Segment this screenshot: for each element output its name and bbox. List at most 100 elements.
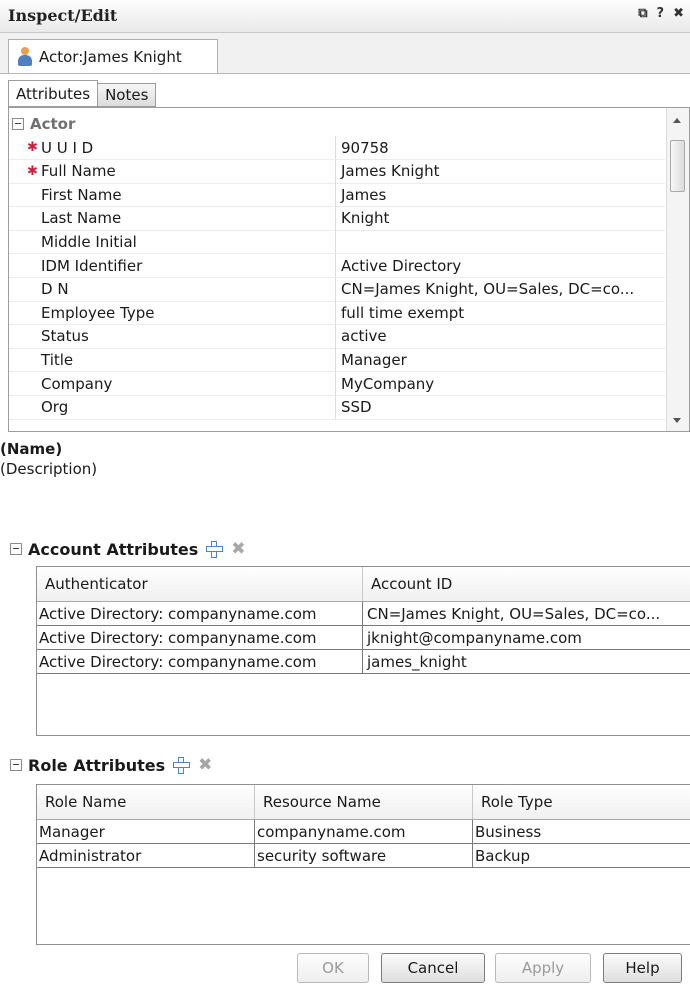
- property-value[interactable]: James Knight: [335, 159, 665, 183]
- property-value[interactable]: full time exempt: [335, 301, 665, 325]
- collapse-icon[interactable]: [12, 118, 24, 130]
- role-attributes-table: Role Name Resource Name Role Type Manage…: [36, 784, 690, 945]
- property-label: First Name: [41, 185, 122, 204]
- property-value[interactable]: SSD: [335, 395, 665, 419]
- property-value[interactable]: [335, 230, 665, 254]
- tab-attributes[interactable]: Attributes: [8, 80, 99, 107]
- column-header-role-name[interactable]: Role Name: [37, 785, 255, 819]
- window-title: Inspect/Edit: [8, 6, 118, 25]
- cell-authenticator[interactable]: Active Directory: companyname.com: [37, 650, 363, 674]
- scroll-up-icon[interactable]: [673, 118, 681, 123]
- delete-icon[interactable]: ✖: [198, 755, 212, 775]
- property-value[interactable]: Active Directory: [335, 254, 665, 277]
- property-row[interactable]: Company MyCompany: [9, 372, 665, 396]
- property-row[interactable]: D N CN=James Knight, OU=Sales, DC=co...: [9, 277, 665, 302]
- delete-icon[interactable]: ✖: [231, 539, 245, 559]
- add-icon[interactable]: [206, 540, 224, 558]
- ok-button[interactable]: OK: [297, 953, 369, 983]
- table-row[interactable]: Active Directory: companyname.com CN=Jam…: [37, 602, 690, 626]
- account-attributes-header: Account Attributes ✖: [0, 537, 246, 561]
- cell-role-name[interactable]: Manager: [37, 820, 255, 844]
- table-header: Role Name Resource Name Role Type: [37, 785, 690, 820]
- property-row[interactable]: Title Manager: [9, 348, 665, 373]
- cell-authenticator[interactable]: Active Directory: companyname.com: [37, 626, 363, 650]
- restore-icon[interactable]: ⧉: [638, 6, 647, 21]
- property-label: Status: [41, 327, 89, 346]
- property-row[interactable]: Middle Initial: [9, 230, 665, 255]
- cell-role-type[interactable]: Backup: [473, 844, 690, 868]
- property-label: Title: [41, 350, 74, 369]
- property-row[interactable]: First Name James: [9, 183, 665, 208]
- cell-authenticator[interactable]: Active Directory: companyname.com: [37, 602, 363, 626]
- property-grid: Actor ✱ U U I D 90758 ✱ Full Name James Knigh…: [8, 107, 690, 432]
- property-label: U U I D: [41, 138, 94, 157]
- cell-role-type[interactable]: Business: [473, 820, 690, 844]
- cell-resource-name[interactable]: companyname.com: [255, 820, 473, 844]
- property-name: D N: [9, 280, 335, 298]
- person-icon: [17, 46, 33, 67]
- property-value[interactable]: Knight: [335, 206, 665, 230]
- help-icon[interactable]: ?: [657, 6, 665, 21]
- table-row[interactable]: Manager companyname.com Business: [37, 820, 690, 844]
- property-row[interactable]: Last Name Knight: [9, 206, 665, 231]
- collapse-icon[interactable]: [10, 759, 22, 771]
- role-attributes-label: Role Attributes: [28, 755, 166, 775]
- scrollbar-thumb[interactable]: [670, 140, 685, 192]
- property-label: Employee Type: [41, 303, 155, 322]
- column-header-role-type[interactable]: Role Type: [473, 785, 690, 819]
- scroll-down-icon[interactable]: [673, 418, 681, 423]
- cell-account-id[interactable]: james_knight: [363, 650, 690, 674]
- table-row[interactable]: Active Directory: companyname.com james_…: [37, 650, 690, 674]
- property-row[interactable]: ✱ U U I D 90758: [9, 136, 665, 160]
- property-row[interactable]: Status active: [9, 324, 665, 349]
- title-bar: Inspect/Edit ⧉ ? ✖: [0, 0, 690, 33]
- property-value[interactable]: 90758: [335, 136, 665, 159]
- property-value[interactable]: Manager: [335, 348, 665, 372]
- property-name: Company: [9, 375, 335, 393]
- close-icon[interactable]: ✖: [673, 6, 684, 21]
- column-header-authenticator[interactable]: Authenticator: [37, 567, 363, 601]
- property-row[interactable]: Org SSD: [9, 395, 665, 420]
- property-label: Full Name: [41, 162, 116, 181]
- property-label: Company: [41, 374, 113, 393]
- property-name: Middle Initial: [9, 233, 335, 251]
- cell-role-name[interactable]: Administrator: [37, 844, 255, 868]
- property-name: Employee Type: [9, 304, 335, 322]
- cell-account-id[interactable]: CN=James Knight, OU=Sales, DC=co...: [363, 602, 690, 626]
- description-name: (Name): [0, 440, 63, 458]
- required-asterisk-icon: ✱: [27, 140, 38, 155]
- property-value[interactable]: CN=James Knight, OU=Sales, DC=co...: [335, 277, 665, 301]
- help-button[interactable]: Help: [603, 953, 682, 983]
- column-header-account-id[interactable]: Account ID: [363, 567, 690, 601]
- property-value[interactable]: MyCompany: [335, 372, 665, 395]
- cancel-button[interactable]: Cancel: [381, 953, 485, 983]
- property-name: ✱ U U I D: [9, 139, 335, 157]
- property-value[interactable]: James: [335, 183, 665, 207]
- property-row[interactable]: Employee Type full time exempt: [9, 301, 665, 326]
- property-name: ✱ Full Name: [9, 162, 335, 180]
- tab-actor-james-knight[interactable]: Actor:James Knight: [8, 39, 218, 73]
- property-name: Last Name: [9, 209, 335, 227]
- table-row[interactable]: Administrator security software Backup: [37, 844, 690, 868]
- apply-button[interactable]: Apply: [495, 953, 591, 983]
- property-row[interactable]: ✱ Full Name James Knight: [9, 159, 665, 184]
- document-tab-bar: Actor:James Knight: [0, 33, 690, 74]
- add-icon[interactable]: [173, 756, 191, 774]
- actor-group-header[interactable]: Actor: [9, 113, 665, 135]
- table-header: Authenticator Account ID: [37, 567, 690, 602]
- vertical-scrollbar[interactable]: [666, 108, 689, 431]
- cell-account-id[interactable]: jknight@companyname.com: [363, 626, 690, 650]
- property-label: D N: [41, 280, 69, 299]
- table-row[interactable]: Active Directory: companyname.com jknigh…: [37, 626, 690, 650]
- collapse-icon[interactable]: [10, 543, 22, 555]
- column-header-resource-name[interactable]: Resource Name: [255, 785, 473, 819]
- required-asterisk-icon: ✱: [27, 163, 38, 179]
- property-row[interactable]: IDM Identifier Active Directory: [9, 254, 665, 278]
- property-name: Org: [9, 398, 335, 416]
- property-name: Title: [9, 351, 335, 369]
- tab-notes[interactable]: Notes: [98, 83, 157, 107]
- actor-group-label: Actor: [30, 115, 76, 133]
- property-value[interactable]: active: [335, 324, 665, 348]
- property-name: Status: [9, 327, 335, 345]
- cell-resource-name[interactable]: security software: [255, 844, 473, 868]
